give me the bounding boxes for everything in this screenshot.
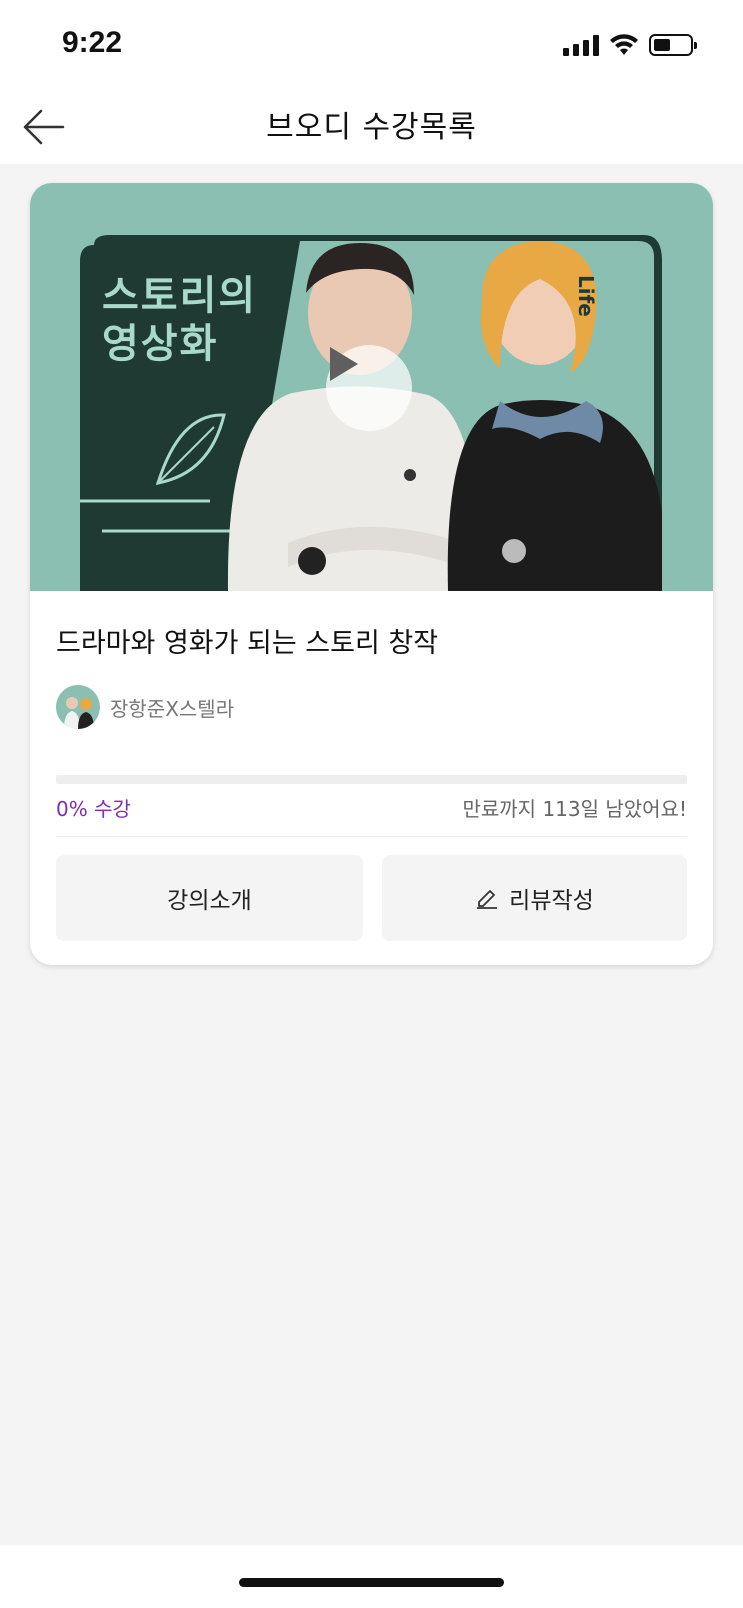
course-intro-button[interactable]: 강의소개 <box>56 855 363 941</box>
page-title: 브오디 수강목록 <box>266 110 477 145</box>
progress-label: 0% 수강 <box>56 797 131 821</box>
cellular-signal-icon <box>563 34 599 56</box>
play-icon <box>330 347 358 381</box>
pencil-icon <box>477 890 498 909</box>
header: 브오디 수강목록 <box>0 90 743 164</box>
instructor-avatar <box>56 685 100 729</box>
write-review-button[interactable]: 리뷰작성 <box>382 855 687 941</box>
instructor-name: 장항준X스텔라 <box>110 696 235 721</box>
course-thumbnail[interactable]: 스토리의 영상화 Life <box>30 183 713 591</box>
course-intro-label: 강의소개 <box>167 888 252 914</box>
wifi-icon <box>610 34 638 55</box>
course-title[interactable]: 드라마와 영화가 되는 스토리 창작 <box>56 621 438 660</box>
status-icons <box>563 32 697 58</box>
instructor-row: 장항준X스텔라 <box>56 685 234 729</box>
thumbnail-title-line2: 영상화 <box>102 321 219 367</box>
expiry-label: 만료까지 113일 남았어요! <box>462 797 687 821</box>
progress-bar <box>56 775 687 784</box>
battery-icon <box>649 34 697 56</box>
write-review-label: 리뷰작성 <box>509 888 594 914</box>
thumbnail-brand: Life <box>574 275 598 317</box>
home-indicator[interactable] <box>239 1578 504 1587</box>
divider <box>56 836 687 837</box>
status-time: 9:22 <box>62 26 123 59</box>
status-bar: 9:22 <box>0 0 743 90</box>
course-card[interactable]: 스토리의 영상화 Life 드라마와 영화가 되는 스토리 창작 장항준X스텔라… <box>30 183 713 965</box>
play-button[interactable] <box>326 345 412 431</box>
bottom-bar <box>0 1545 743 1608</box>
